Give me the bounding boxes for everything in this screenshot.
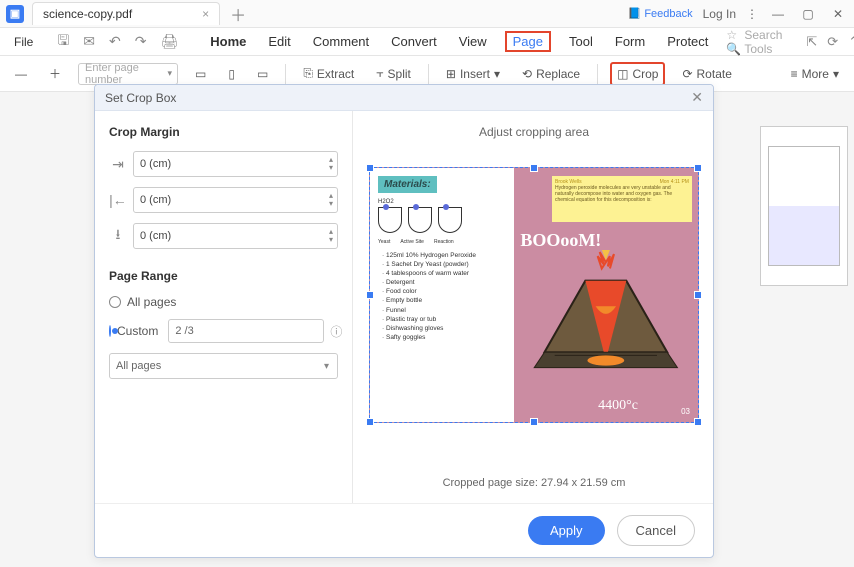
apply-button[interactable]: Apply <box>528 516 605 545</box>
page-preview-right: Brook WellsMon 4:11 PM Hydrogen peroxide… <box>514 168 698 422</box>
page-range-select[interactable]: All pages <box>109 353 338 379</box>
crop-size-label: Cropped page size: 27.94 x 21.59 cm <box>369 477 699 489</box>
window-close-button[interactable]: ✕ <box>828 7 848 21</box>
crop-handle[interactable] <box>694 291 702 299</box>
sticky-note: Brook WellsMon 4:11 PM Hydrogen peroxide… <box>552 176 692 222</box>
materials-heading: Materials: <box>378 176 437 193</box>
crop-handle[interactable] <box>530 418 538 426</box>
tab-title: science-copy.pdf <box>43 7 132 21</box>
page-number-label: 03 <box>681 407 690 416</box>
radio-all-pages[interactable]: All pages <box>109 295 338 309</box>
crop-button[interactable]: ◫ Crop <box>610 62 665 86</box>
modal-header: Set Crop Box ✕ <box>95 85 713 111</box>
crop-area[interactable]: Materials: H2O2 Yeast Active Site Reacti… <box>369 167 699 423</box>
crop-handle[interactable] <box>366 291 374 299</box>
adjust-label: Adjust cropping area <box>369 125 699 139</box>
app-icon: ▣ <box>6 5 24 23</box>
materials-list: 125ml 10% Hydrogen Peroxide1 Sachet Dry … <box>378 251 506 342</box>
boom-text: BOOooM! <box>520 230 601 251</box>
margin-left-icon: |← <box>109 192 127 208</box>
radio-icon-on <box>109 325 111 337</box>
layout-icon-1[interactable]: ▭ <box>190 64 211 84</box>
save-icon[interactable]: 🖫 <box>57 30 69 54</box>
custom-range-input[interactable] <box>168 319 324 343</box>
menu-edit[interactable]: Edit <box>264 32 294 51</box>
feedback-link[interactable]: 📘 Feedback <box>628 7 693 20</box>
modal-close-button[interactable]: ✕ <box>691 89 703 106</box>
crop-handle[interactable] <box>530 164 538 172</box>
margin-bottom-icon: ⭳ <box>109 224 127 248</box>
undo-icon[interactable]: ↶ <box>109 33 121 50</box>
zoom-out-button[interactable]: — <box>10 64 32 84</box>
crop-settings-pane: Crop Margin ⇥ 0 (cm)▴▾ |← 0 (cm)▴▾ ⭳ 0 (… <box>95 111 353 503</box>
modal-footer: Apply Cancel <box>95 503 713 557</box>
flask-icon <box>438 207 462 233</box>
page-range-title: Page Range <box>109 269 338 283</box>
flask-icon <box>378 207 402 233</box>
crop-handle[interactable] <box>694 418 702 426</box>
cancel-button[interactable]: Cancel <box>617 515 695 546</box>
radio-icon <box>109 296 121 308</box>
page-number-input[interactable]: Enter page number <box>78 63 178 85</box>
menu-tool[interactable]: Tool <box>565 32 597 51</box>
more-button[interactable]: ≡ More ▾ <box>786 64 844 84</box>
flask-icon <box>408 207 432 233</box>
tab-close-icon[interactable]: × <box>202 7 209 21</box>
share-icon[interactable]: ⇱ <box>806 34 817 50</box>
insert-button[interactable]: ⊞ Insert ▾ <box>441 64 505 84</box>
redo-icon[interactable]: ↷ <box>135 33 147 50</box>
menu-home[interactable]: Home <box>206 32 250 51</box>
expand-icon[interactable]: ⌃ <box>848 34 854 50</box>
margin-bottom-input[interactable]: 0 (cm)▴▾ <box>133 223 338 249</box>
layout-icon-2[interactable]: ▯ <box>223 64 240 84</box>
crop-modal: Set Crop Box ✕ Crop Margin ⇥ 0 (cm)▴▾ |←… <box>94 84 714 558</box>
menu-bar: File 🖫 ✉ ↶ ↷ 🖨 Home Edit Comment Convert… <box>0 28 854 56</box>
more-icon[interactable]: ⋮ <box>746 7 758 21</box>
menu-protect[interactable]: Protect <box>663 32 712 51</box>
menu-page[interactable]: Page <box>505 31 551 52</box>
print-icon[interactable]: 🖨 <box>160 33 178 50</box>
crop-handle[interactable] <box>366 164 374 172</box>
margin-top-icon: ⇥ <box>109 156 127 173</box>
zoom-in-button[interactable]: ＋ <box>44 62 66 85</box>
margin-top-input[interactable]: 0 (cm)▴▾ <box>133 151 338 177</box>
volcano-illustration <box>524 250 688 373</box>
page-thumbnail[interactable] <box>760 126 848 286</box>
crop-handle[interactable] <box>694 164 702 172</box>
preview-pane: Adjust cropping area Materials: H2O2 Yea… <box>353 111 713 503</box>
menu-convert[interactable]: Convert <box>387 32 441 51</box>
mail-icon[interactable]: ✉ <box>83 33 95 50</box>
radio-custom[interactable]: Custom ⓘ <box>109 319 338 343</box>
modal-title: Set Crop Box <box>105 91 176 105</box>
document-tab[interactable]: science-copy.pdf × <box>32 2 220 25</box>
split-button[interactable]: ⫟ Split <box>371 63 416 84</box>
menu-file[interactable]: File <box>10 33 37 51</box>
replace-button[interactable]: ⟲ Replace <box>517 64 585 84</box>
new-tab-button[interactable]: ＋ <box>230 2 246 26</box>
cloud-icon[interactable]: ⟳ <box>827 34 838 50</box>
layout-icon-3[interactable]: ▭ <box>252 64 273 84</box>
menu-comment[interactable]: Comment <box>309 32 373 51</box>
maximize-button[interactable]: ▢ <box>798 7 818 21</box>
title-bar: ▣ science-copy.pdf × ＋ 📘 Feedback Log In… <box>0 0 854 28</box>
info-icon[interactable]: ⓘ <box>330 323 342 340</box>
crop-handle[interactable] <box>366 418 374 426</box>
extract-button[interactable]: ⎘ Extract <box>298 63 359 84</box>
temperature-label: 4400°c <box>598 398 638 414</box>
page-preview-left: Materials: H2O2 Yeast Active Site Reacti… <box>370 168 514 422</box>
crop-margin-title: Crop Margin <box>109 125 338 139</box>
margin-left-input[interactable]: 0 (cm)▴▾ <box>133 187 338 213</box>
rotate-button[interactable]: ⟳ Rotate <box>677 64 736 84</box>
menu-form[interactable]: Form <box>611 32 649 51</box>
menu-view[interactable]: View <box>455 32 491 51</box>
minimize-button[interactable]: — <box>768 7 788 21</box>
login-link[interactable]: Log In <box>703 7 736 21</box>
search-tools-input[interactable]: ☆ 🔍 Search Tools <box>726 28 782 56</box>
